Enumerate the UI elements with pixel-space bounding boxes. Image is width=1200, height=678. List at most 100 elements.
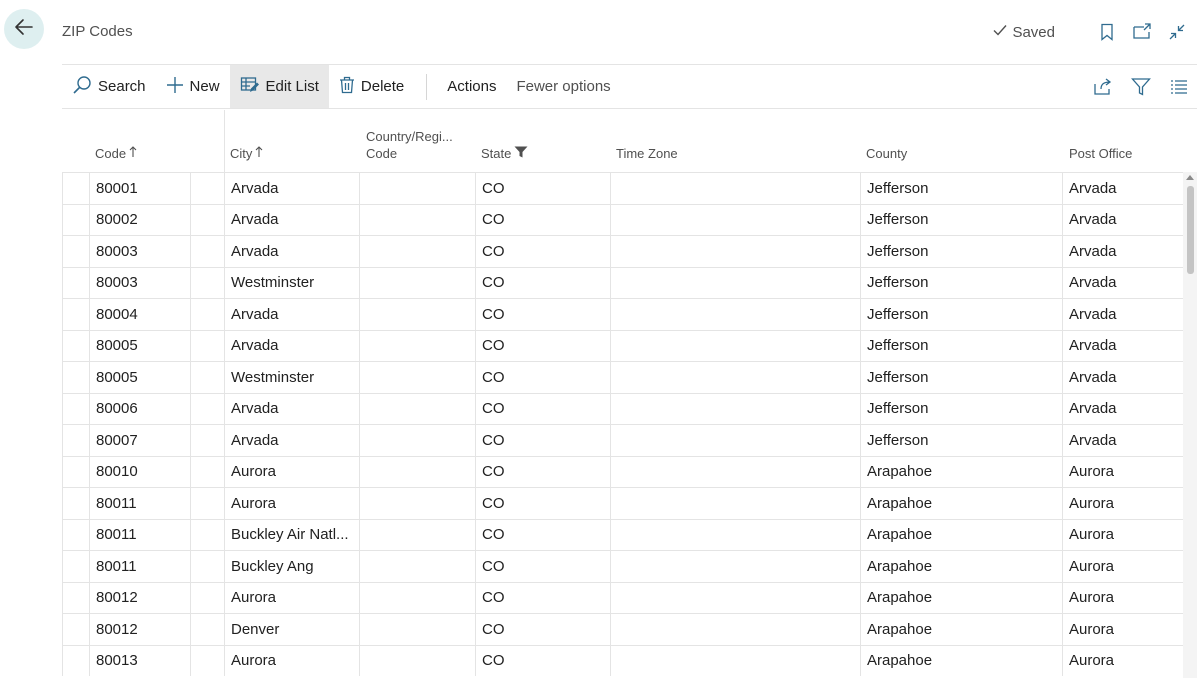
cell-state[interactable]: CO [475, 362, 610, 393]
cell-country-region-code[interactable] [359, 330, 475, 361]
cell-country-region-code[interactable] [359, 582, 475, 613]
cell-city[interactable]: Arvada [224, 173, 359, 204]
cell-time-zone[interactable] [610, 582, 860, 613]
table-row[interactable]: 80004 Arvada CO Jefferson Arvada [62, 298, 1183, 330]
column-header-code[interactable]: Code [95, 145, 137, 162]
cell-county[interactable]: Jefferson [860, 267, 1062, 298]
cell-code[interactable]: 80003 [89, 267, 190, 298]
cell-country-region-code[interactable] [359, 267, 475, 298]
cell-post-office[interactable]: Arvada [1062, 236, 1183, 267]
scrollbar-thumb[interactable] [1187, 186, 1194, 274]
cell-country-region-code[interactable] [359, 519, 475, 550]
cell-state[interactable]: CO [475, 582, 610, 613]
cell-city[interactable]: Buckley Ang [224, 551, 359, 582]
cell-code[interactable]: 80004 [89, 299, 190, 330]
table-row[interactable]: 80006 Arvada CO Jefferson Arvada [62, 392, 1183, 424]
fewer-options-button[interactable]: Fewer options [506, 65, 620, 108]
table-row[interactable]: 80007 Arvada CO Jefferson Arvada [62, 424, 1183, 456]
cell-code[interactable]: 80012 [89, 582, 190, 613]
cell-post-office[interactable]: Aurora [1062, 456, 1183, 487]
cell-time-zone[interactable] [610, 551, 860, 582]
cell-country-region-code[interactable] [359, 236, 475, 267]
column-header-time-zone[interactable]: Time Zone [616, 145, 678, 162]
cell-code[interactable]: 80001 [89, 173, 190, 204]
cell-country-region-code[interactable] [359, 551, 475, 582]
cell-county[interactable]: Arapahoe [860, 488, 1062, 519]
column-header-country-region-code[interactable]: Country/Regi... Code [366, 128, 453, 162]
column-header-county[interactable]: County [866, 145, 907, 162]
cell-time-zone[interactable] [610, 645, 860, 676]
cell-city[interactable]: Arvada [224, 393, 359, 424]
column-header-post-office[interactable]: Post Office [1069, 145, 1132, 162]
actions-menu[interactable]: Actions [437, 65, 506, 108]
cell-post-office[interactable]: Arvada [1062, 204, 1183, 235]
cell-state[interactable]: CO [475, 551, 610, 582]
cell-code[interactable]: 80006 [89, 393, 190, 424]
cell-post-office[interactable]: Aurora [1062, 519, 1183, 550]
cell-code[interactable]: 80011 [89, 519, 190, 550]
cell-time-zone[interactable] [610, 267, 860, 298]
cell-time-zone[interactable] [610, 488, 860, 519]
cell-post-office[interactable]: Aurora [1062, 614, 1183, 645]
delete-button[interactable]: Delete [329, 65, 414, 108]
cell-county[interactable]: Jefferson [860, 330, 1062, 361]
cell-post-office[interactable]: Arvada [1062, 173, 1183, 204]
cell-state[interactable]: CO [475, 267, 610, 298]
cell-time-zone[interactable] [610, 393, 860, 424]
cell-county[interactable]: Arapahoe [860, 582, 1062, 613]
table-row[interactable]: 80012 Aurora CO Arapahoe Aurora [62, 581, 1183, 613]
cell-city[interactable]: Aurora [224, 645, 359, 676]
search-button[interactable]: Search [62, 65, 156, 108]
cell-city[interactable]: Arvada [224, 204, 359, 235]
table-row[interactable]: 80005 Arvada CO Jefferson Arvada [62, 329, 1183, 361]
cell-county[interactable]: Arapahoe [860, 551, 1062, 582]
cell-post-office[interactable]: Arvada [1062, 362, 1183, 393]
cell-city[interactable]: Aurora [224, 488, 359, 519]
cell-county[interactable]: Jefferson [860, 362, 1062, 393]
cell-city[interactable]: Aurora [224, 582, 359, 613]
cell-city[interactable]: Denver [224, 614, 359, 645]
vertical-scrollbar[interactable] [1183, 172, 1197, 678]
list-view-icon[interactable] [1167, 75, 1191, 99]
filter-icon[interactable] [1129, 75, 1153, 99]
cell-city[interactable]: Westminster [224, 267, 359, 298]
table-row[interactable]: 80002 Arvada CO Jefferson Arvada [62, 203, 1183, 235]
cell-state[interactable]: CO [475, 393, 610, 424]
cell-country-region-code[interactable] [359, 204, 475, 235]
cell-county[interactable]: Arapahoe [860, 645, 1062, 676]
cell-city[interactable]: Arvada [224, 299, 359, 330]
cell-country-region-code[interactable] [359, 488, 475, 519]
cell-city[interactable]: Arvada [224, 330, 359, 361]
share-icon[interactable] [1091, 75, 1115, 99]
cell-time-zone[interactable] [610, 330, 860, 361]
column-header-city[interactable]: City [230, 145, 263, 162]
scroll-up-icon[interactable] [1186, 175, 1194, 180]
table-row[interactable]: 80011 Aurora CO Arapahoe Aurora [62, 487, 1183, 519]
cell-county[interactable]: Jefferson [860, 425, 1062, 456]
cell-post-office[interactable]: Aurora [1062, 582, 1183, 613]
back-button[interactable] [4, 9, 44, 49]
table-row[interactable]: 80011 Buckley Ang CO Arapahoe Aurora [62, 550, 1183, 582]
cell-county[interactable]: Jefferson [860, 393, 1062, 424]
cell-state[interactable]: CO [475, 425, 610, 456]
table-row[interactable]: 80003 Westminster CO Jefferson Arvada [62, 266, 1183, 298]
cell-country-region-code[interactable] [359, 393, 475, 424]
cell-country-region-code[interactable] [359, 614, 475, 645]
cell-county[interactable]: Jefferson [860, 236, 1062, 267]
cell-time-zone[interactable] [610, 204, 860, 235]
table-row[interactable]: 80013 Aurora CO Arapahoe Aurora [62, 644, 1183, 676]
cell-city[interactable]: Westminster [224, 362, 359, 393]
cell-code[interactable]: 80007 [89, 425, 190, 456]
cell-county[interactable]: Arapahoe [860, 456, 1062, 487]
table-row[interactable]: 80010 Aurora CO Arapahoe Aurora [62, 455, 1183, 487]
edit-list-button[interactable]: Edit List [229, 65, 329, 108]
cell-state[interactable]: CO [475, 299, 610, 330]
cell-time-zone[interactable] [610, 236, 860, 267]
cell-state[interactable]: CO [475, 330, 610, 361]
cell-state[interactable]: CO [475, 519, 610, 550]
cell-post-office[interactable]: Arvada [1062, 267, 1183, 298]
column-header-state[interactable]: State [481, 145, 528, 162]
cell-time-zone[interactable] [610, 362, 860, 393]
cell-country-region-code[interactable] [359, 173, 475, 204]
cell-code[interactable]: 80002 [89, 204, 190, 235]
